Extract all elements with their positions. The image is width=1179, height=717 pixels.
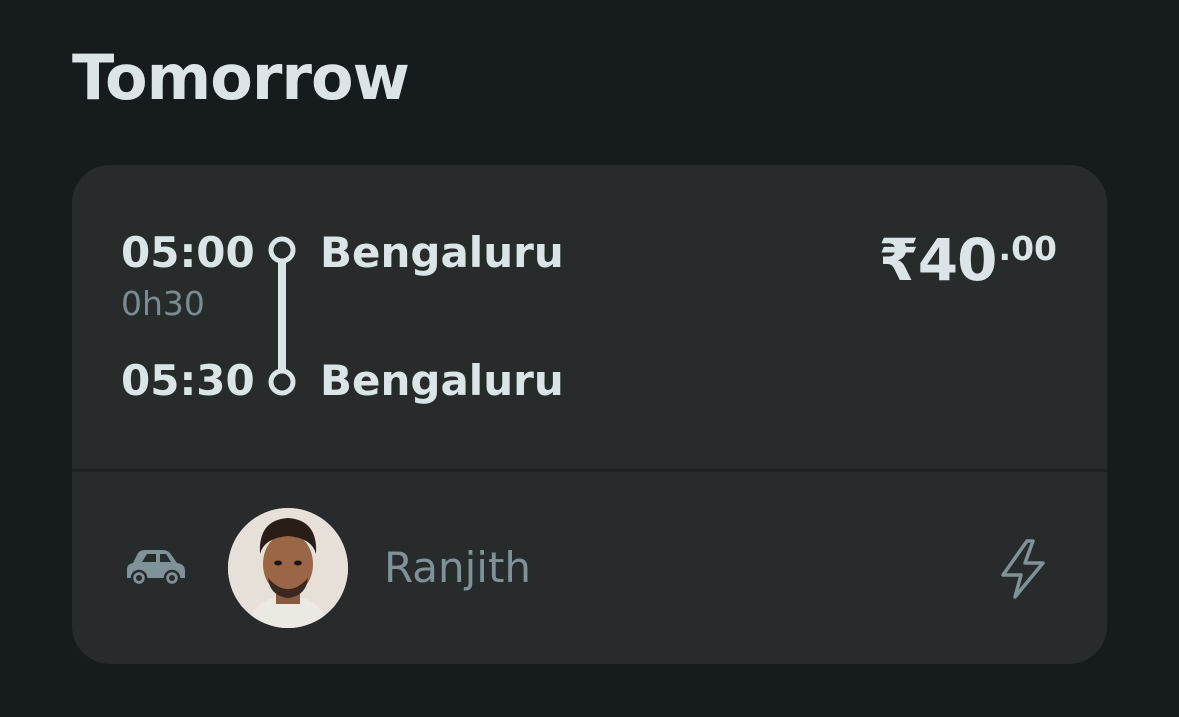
arrival-time: 05:30 bbox=[121, 356, 255, 405]
arrival-city: Bengaluru bbox=[320, 356, 564, 405]
ride-duration: 0h30 bbox=[121, 284, 205, 323]
route-line-icon bbox=[268, 236, 296, 396]
card-divider bbox=[72, 469, 1107, 472]
price-main: ₹40 bbox=[878, 226, 997, 294]
driver-name[interactable]: Ranjith bbox=[384, 543, 531, 593]
driver-photo bbox=[228, 508, 348, 628]
ride-price: ₹40.00 bbox=[878, 225, 1057, 295]
driver-avatar[interactable] bbox=[228, 508, 348, 628]
departure-time: 05:00 bbox=[121, 228, 255, 277]
car-icon bbox=[127, 550, 185, 586]
lightning-bolt-icon bbox=[1001, 539, 1045, 599]
departure-city: Bengaluru bbox=[320, 228, 564, 277]
section-title: Tomorrow bbox=[72, 41, 410, 114]
price-decimal: .00 bbox=[998, 229, 1057, 268]
ride-card[interactable]: 05:00 0h30 05:30 Bengaluru Bengaluru ₹40… bbox=[72, 165, 1107, 664]
